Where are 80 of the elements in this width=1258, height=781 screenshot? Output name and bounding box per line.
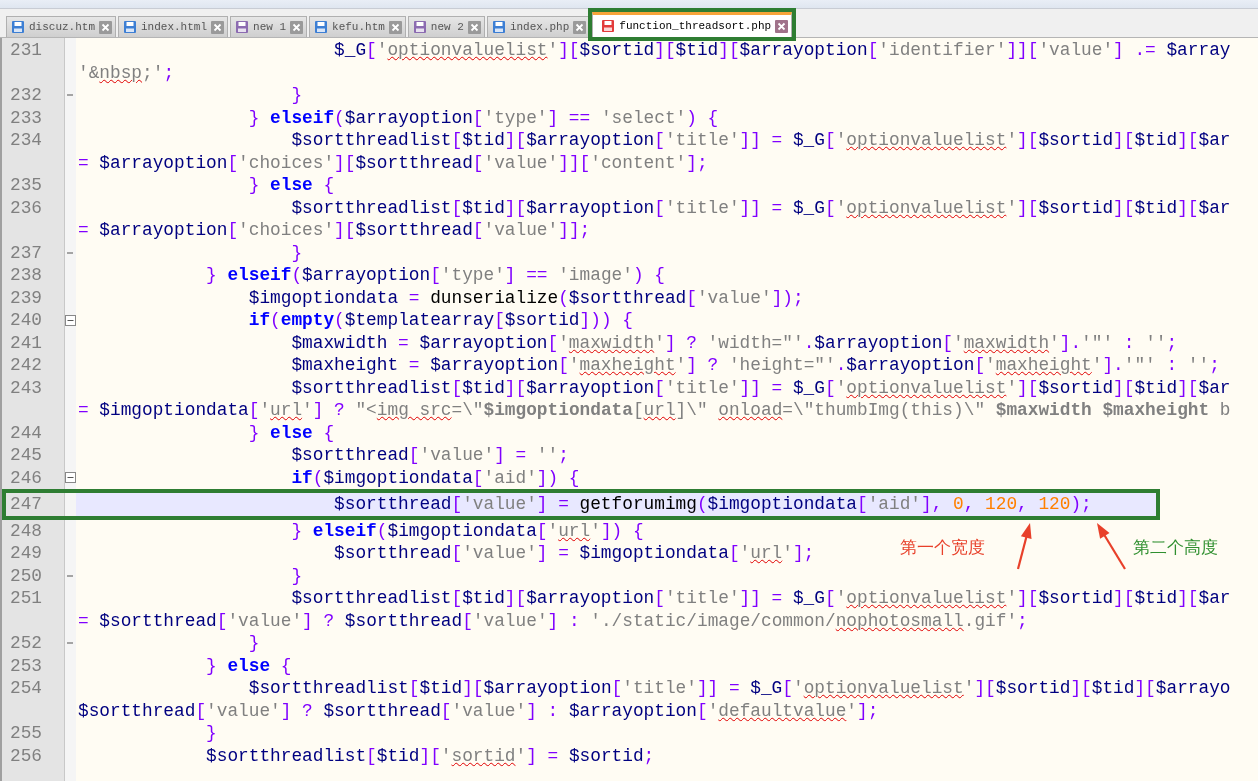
- line-number: 252: [9, 632, 43, 655]
- close-icon[interactable]: [290, 20, 304, 34]
- code-line: = $imgoptiondata['url'] ? "<img src=\"$imgoptiondata[url]\" onload=\"thumbImg(this)\" $maxwidth $maxheight b: [77, 399, 1231, 422]
- line-number: 243: [9, 376, 43, 399]
- line-number: 232: [9, 84, 43, 107]
- code-line: } elseif($imgoptiondata['url']) {: [290, 519, 644, 542]
- close-icon[interactable]: [99, 20, 112, 34]
- code-line: = $sortthread['value'] ? $sortthread['value'] : './static/image/common/nophotosmall.gif';: [77, 609, 1028, 632]
- code-line: $sortthread['value'] = '';: [290, 444, 569, 467]
- code-line: } elseif($arrayoption['type'] == 'select') {: [247, 106, 719, 129]
- line-number: 235: [9, 174, 43, 197]
- line-number: 239: [9, 286, 43, 309]
- code-line: $sortthreadlist[$tid][$arrayoption['title']] = $_G['optionvaluelist'][$sortid][$tid][$ar: [290, 587, 1231, 610]
- line-number: 246: [9, 466, 43, 489]
- code-line: $sortthreadlist[$tid][$arrayoption['title']] = $_G['optionvaluelist'][$sortid][$tid][$ar: [290, 376, 1231, 399]
- code-line: $maxheight = $arrayoption['maxheight'] ? 'height="'.$arrayoption['maxheight'].'"' : '';: [290, 354, 1220, 377]
- code-line: = $arrayoption['choices'][$sortthread['value']];: [77, 219, 591, 242]
- code-line: $sortthreadlist[$tid][$arrayoption['title']] = $_G['optionvaluelist'][$sortid][$tid][$arrayo: [247, 677, 1231, 700]
- close-icon[interactable]: [775, 19, 789, 33]
- code-line: $imgoptiondata = dunserialize($sortthread['value']);: [247, 286, 804, 309]
- fold-end-icon: [66, 641, 74, 646]
- line-number: 251: [9, 587, 43, 610]
- code-line: $sortthreadlist[$tid]['sortid'] = $sortid;: [205, 744, 655, 767]
- line-number: 233: [9, 106, 43, 129]
- file-tab[interactable]: function_threadsort.php: [592, 12, 793, 37]
- line-number: 234: [9, 129, 43, 152]
- line-number: 250: [9, 564, 43, 587]
- code-line: } else {: [205, 654, 292, 677]
- code-line: = $arrayoption['choices'][$sortthread['value']]['content'];: [77, 151, 708, 174]
- close-icon[interactable]: [388, 20, 402, 34]
- file-tab[interactable]: index.php: [486, 16, 591, 37]
- file-tab[interactable]: index.html: [118, 16, 229, 37]
- fold-end-icon: [66, 93, 74, 98]
- fold-collapse-icon: [64, 472, 76, 484]
- line-number: 240: [9, 309, 43, 332]
- code-line: }: [290, 241, 303, 264]
- line-number: 253: [9, 654, 43, 677]
- code-line: } else {: [247, 174, 335, 197]
- fold-end-icon: [66, 573, 74, 578]
- line-number: 231: [9, 39, 43, 62]
- code-line: }: [247, 632, 260, 655]
- file-tab[interactable]: kefu.htm: [309, 16, 406, 37]
- code-line: } else {: [247, 421, 335, 444]
- line-number: 237: [9, 241, 43, 264]
- annotation-text: 第二个高度: [1133, 535, 1218, 559]
- line-number: 249: [9, 542, 43, 565]
- code-line: if($imgoptiondata['aid']) {: [290, 466, 580, 489]
- code-line: $sortthread['value'] = $imgoptiondata['url'];: [333, 542, 815, 565]
- code-line: $sortthread['value'] ? $sortthread['value'] : $arrayoption['defaultvalue'];: [77, 699, 879, 722]
- code-line: $sortthreadlist[$tid][$arrayoption['title']] = $_G['optionvaluelist'][$sortid][$tid][$ar: [290, 129, 1231, 152]
- file-tab[interactable]: discuz.htm: [6, 16, 116, 37]
- close-icon[interactable]: [573, 20, 587, 34]
- line-number: 238: [9, 264, 43, 287]
- line-number: 242: [9, 354, 43, 377]
- code-line: }: [205, 722, 217, 745]
- close-icon[interactable]: [467, 20, 481, 34]
- code-line: } elseif($arrayoption['type'] == 'image') {: [205, 264, 665, 287]
- line-number: 255: [9, 722, 43, 745]
- code-line: $maxwidth = $arrayoption['maxwidth'] ? 'width="'.$arrayoption['maxwidth'].'"' : '';: [290, 331, 1178, 354]
- line-number: 244: [9, 421, 43, 444]
- code-line: }: [290, 564, 303, 587]
- fold-collapse-icon: [64, 314, 76, 326]
- code-line: }: [290, 84, 303, 107]
- line-number: 254: [9, 677, 43, 700]
- code-line: '&nbsp;';: [77, 61, 175, 84]
- code-line: $_G['optionvaluelist'][$sortid][$tid][$arrayoption['identifier']]['value'] .= $array: [333, 39, 1231, 62]
- code-line: $sortthread['value'] = getforumimg($imgoptiondata['aid'], 0, 120, 120);: [333, 493, 1092, 516]
- close-icon[interactable]: [211, 20, 225, 34]
- line-number: 236: [9, 196, 43, 219]
- line-number: 256: [9, 744, 43, 767]
- line-number: 241: [9, 331, 43, 354]
- file-tab[interactable]: new 1: [230, 16, 308, 37]
- line-number: 245: [9, 444, 43, 467]
- code-line: $sortthreadlist[$tid][$arrayoption['title']] = $_G['optionvaluelist'][$sortid][$tid][$ar: [290, 196, 1231, 219]
- annotation-text: 第一个宽度: [900, 535, 985, 559]
- code-line: if(empty($templatearray[$sortid])) {: [247, 309, 633, 332]
- line-number: 247: [9, 493, 43, 516]
- fold-end-icon: [66, 250, 74, 255]
- line-number: 248: [9, 519, 43, 542]
- file-tab[interactable]: new 2: [407, 16, 485, 37]
